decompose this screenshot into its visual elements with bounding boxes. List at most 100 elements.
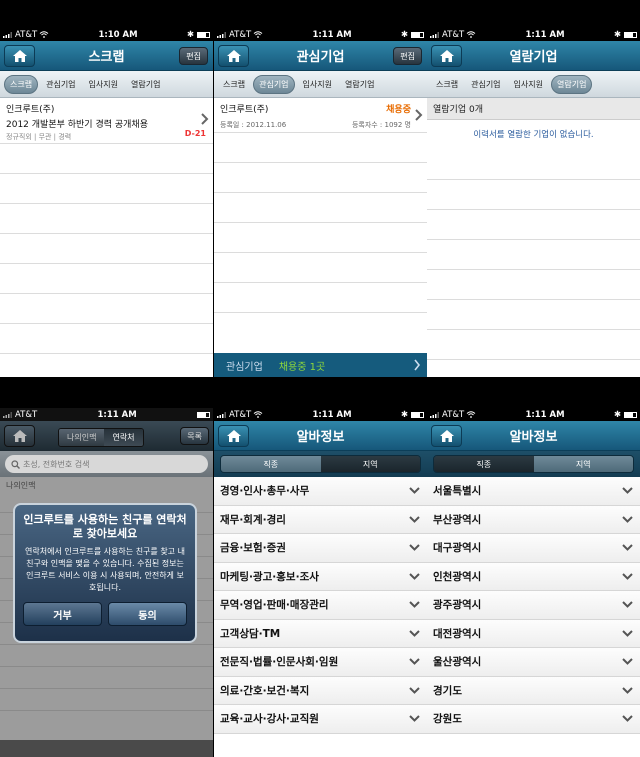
navbar: 알바정보 [214, 421, 427, 451]
tab-interest[interactable]: 관심기업 [41, 76, 80, 93]
search-bar: 초성, 전화번호 검색 [0, 451, 213, 477]
seg-region[interactable]: 지역 [533, 456, 633, 472]
seg-job-type[interactable]: 직종 [434, 456, 534, 472]
list-item[interactable]: 전문직·법률·인문사회·임원 [214, 648, 427, 677]
empty-row [0, 234, 213, 264]
screen-alba-region: AT&T 1:11 AM ✱ 알바정보 직종 지역 서울특별시 부산광역시 대구… [427, 408, 640, 757]
footer-label: 관심기업 [226, 361, 263, 373]
empty-row [427, 210, 640, 240]
job-meta: 정규직외 | 무관 | 경력 [6, 133, 72, 141]
chevron-down-icon [409, 544, 420, 552]
list-row [0, 667, 213, 689]
edit-button[interactable]: 편집 [179, 47, 208, 65]
list-item[interactable]: 인크루트(주) 채용중 등록일 : 2012.11.06 등록자수 : 1092… [214, 98, 427, 133]
empty-row [427, 270, 640, 300]
list-item[interactable]: 서울특별시 [427, 477, 640, 506]
home-icon [226, 430, 241, 442]
empty-row [214, 163, 427, 193]
list-item[interactable]: 인크루트(주) 2012 개발본부 하반기 경력 공개채용 정규직외 | 무관 … [0, 98, 213, 144]
navbar: 알바정보 [427, 421, 640, 451]
list-item[interactable]: 강원도 [427, 705, 640, 734]
battery-icon [411, 31, 424, 38]
search-placeholder: 초성, 전화번호 검색 [23, 459, 90, 469]
tab-applied[interactable]: 입사지원 [84, 76, 123, 93]
home-button[interactable] [218, 45, 249, 67]
list-item[interactable]: 부산광역시 [427, 505, 640, 534]
list-item[interactable]: 경영·인사·총무·사무 [214, 477, 427, 506]
tab-applied[interactable]: 입사지원 [298, 76, 337, 93]
bluetooth-icon: ✱ [400, 29, 408, 40]
wifi-icon [253, 31, 263, 38]
chevron-down-icon [409, 573, 420, 580]
footer-value: 채용중 1곳 [278, 361, 326, 373]
status-time: 1:10 AM [98, 29, 138, 40]
list-item[interactable]: 경기도 [427, 676, 640, 705]
edit-button[interactable]: 편집 [393, 47, 422, 65]
wifi-icon [39, 31, 49, 38]
home-button[interactable] [431, 45, 462, 67]
battery-icon [197, 411, 210, 418]
agree-button[interactable]: 동의 [108, 602, 187, 626]
list-item[interactable]: 대구광역시 [427, 534, 640, 563]
screen-alba-job: AT&T 1:11 AM ✱ 알바정보 직종 지역 경영·인사·총무·사무 재무… [214, 408, 427, 757]
empty-row [427, 180, 640, 210]
tab-applied[interactable]: 입사지원 [509, 76, 548, 93]
status-time: 1:11 AM [312, 409, 352, 420]
empty-row [427, 300, 640, 330]
chevron-down-icon [409, 715, 420, 723]
list-button[interactable]: 목록 [180, 427, 209, 445]
seg-region[interactable]: 지역 [320, 456, 420, 472]
tab-interest[interactable]: 관심기업 [466, 76, 505, 93]
empty-row [214, 253, 427, 283]
empty-row [0, 174, 213, 204]
home-button[interactable] [431, 425, 462, 447]
segmented-control: 나의인맥 연락처 [58, 428, 144, 447]
page-title: 스크랩 [88, 50, 125, 65]
home-button[interactable] [4, 45, 35, 67]
search-input[interactable]: 초성, 전화번호 검색 [5, 455, 208, 473]
seg-job-type[interactable]: 직종 [221, 456, 321, 472]
list-item[interactable]: 의료·간호·보건·복지 [214, 676, 427, 705]
navbar: 열람기업 [427, 41, 640, 71]
interest-footer[interactable]: 관심기업 채용중 1곳 [214, 353, 427, 377]
seg-contacts[interactable]: 연락처 [104, 429, 143, 446]
list-item[interactable]: 마케팅·광고·홍보·조사 [214, 562, 427, 591]
list-item[interactable]: 교육·교사·강사·교직원 [214, 705, 427, 734]
signal-icon [3, 31, 12, 38]
chevron-right-icon [415, 109, 423, 121]
tab-scrap[interactable]: 스크랩 [218, 76, 250, 93]
list-item[interactable]: 무역·영업·판매·매장관리 [214, 591, 427, 620]
chevron-down-icon [622, 601, 633, 609]
segmented-control: 직종 지역 [427, 451, 640, 477]
status-carrier: AT&T [3, 30, 49, 40]
tab-scrap[interactable]: 스크랩 [4, 74, 39, 94]
chevron-down-icon [622, 715, 633, 723]
screen-interest: AT&T 1:11 AM ✱ 관심기업 편집 스크랩 관심기업 입사지원 열람기… [214, 28, 427, 377]
status-carrier: AT&T [442, 29, 465, 40]
list-item[interactable]: 금융·보험·증권 [214, 534, 427, 563]
list-row [0, 689, 213, 711]
navbar: 스크랩 편집 [0, 41, 213, 71]
list-item[interactable]: 대전광역시 [427, 619, 640, 648]
empty-row [427, 150, 640, 180]
chevron-down-icon [409, 658, 420, 666]
home-button[interactable] [218, 425, 249, 447]
chevron-down-icon [622, 687, 633, 694]
status-bar: AT&T 1:10 AM ✱ [0, 28, 213, 41]
list-item[interactable]: 인천광역시 [427, 562, 640, 591]
tab-viewed[interactable]: 열람기업 [126, 76, 165, 93]
home-button[interactable] [4, 425, 35, 447]
tab-scrap[interactable]: 스크랩 [431, 76, 463, 93]
list-item[interactable]: 울산광역시 [427, 648, 640, 677]
tab-viewed[interactable]: 열람기업 [340, 76, 379, 93]
list-item[interactable]: 재무·회계·경리 [214, 505, 427, 534]
list-item[interactable]: 고객상담·TM [214, 619, 427, 648]
battery-icon [197, 31, 210, 38]
deny-button[interactable]: 거부 [23, 602, 102, 626]
empty-row [427, 330, 640, 360]
tab-viewed[interactable]: 열람기업 [551, 74, 593, 94]
tab-interest[interactable]: 관심기업 [253, 74, 295, 94]
empty-row [0, 204, 213, 234]
seg-my-network[interactable]: 나의인맥 [59, 429, 105, 446]
list-item[interactable]: 광주광역시 [427, 591, 640, 620]
